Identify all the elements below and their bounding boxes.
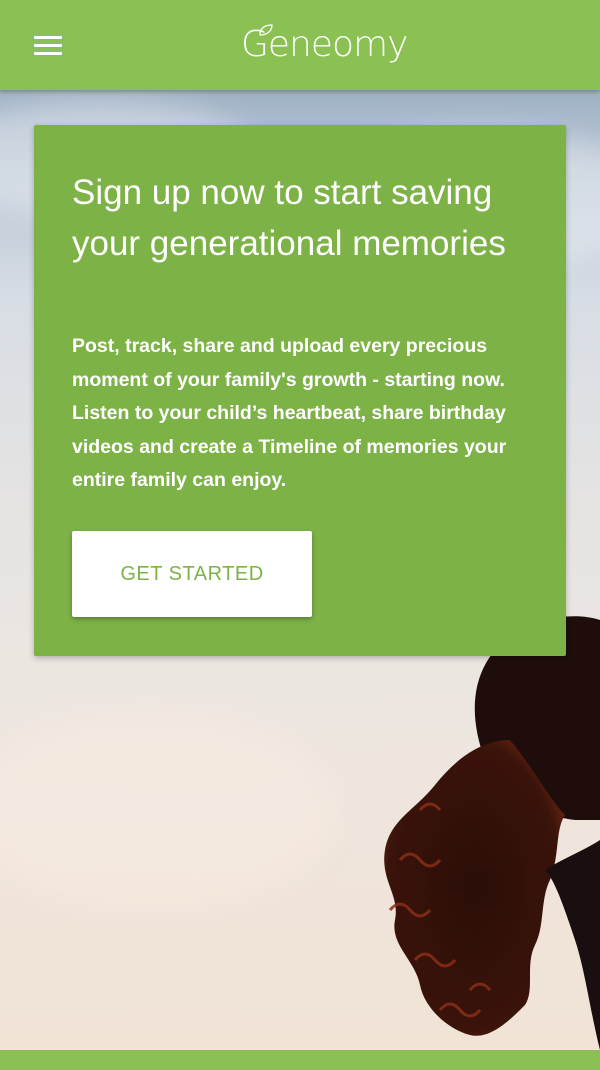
get-started-button[interactable]: GET STARTED bbox=[72, 531, 312, 617]
bottom-bar bbox=[0, 1050, 600, 1070]
leaf-icon bbox=[259, 24, 273, 36]
signup-description: Post, track, share and upload every prec… bbox=[72, 335, 507, 491]
hamburger-menu-icon[interactable] bbox=[24, 24, 72, 66]
app-bar: Geneomy bbox=[0, 0, 600, 90]
brand-logo[interactable]: Geneomy bbox=[241, 20, 421, 70]
signup-headline: Sign up now to start saving your generat… bbox=[72, 173, 506, 263]
signup-card: Sign up now to start saving your generat… bbox=[34, 125, 566, 656]
child-silhouette-image bbox=[384, 616, 600, 1050]
